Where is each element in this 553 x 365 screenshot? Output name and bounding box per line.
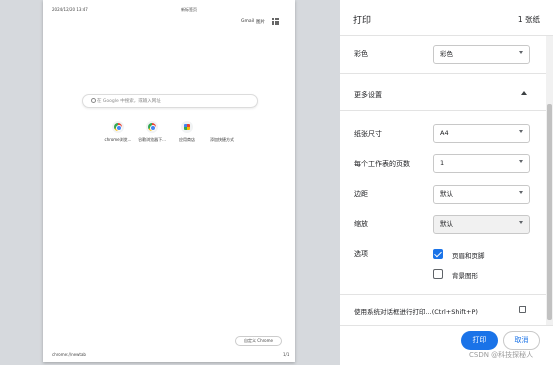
chevron-down-icon (519, 130, 523, 133)
background-graphics-checkbox[interactable] (433, 269, 443, 279)
chevron-down-icon (519, 160, 523, 163)
watermark: CSDN @科技探秘人 (469, 351, 534, 359)
shortcut-label: chrome浏览... (104, 137, 132, 142)
print-button[interactable]: 打印 (461, 331, 498, 350)
pages-per-sheet-label: 每个工作表的页数 (354, 160, 410, 168)
color-select[interactable]: 彩色 (433, 45, 530, 64)
preview-page: 2024/12/20 13:47 新标签页 Gmail 图片 chrome浏览.… (43, 0, 295, 362)
apps-grid-icon (272, 18, 279, 25)
shortcut-tile: 谷歌浏览器下... (137, 121, 167, 143)
shortcut-tile: 添加快捷方式 (207, 121, 237, 143)
divider (340, 294, 546, 295)
page-title: 打印 (353, 16, 372, 26)
chevron-down-icon (519, 221, 523, 224)
preview-footer-page: 1/1 (283, 352, 290, 357)
preview-header-title: 新标签页 (181, 7, 197, 12)
preview-gmail-link: Gmail (241, 19, 255, 24)
preview-footer-url: chrome://newtab (52, 352, 86, 357)
system-dialog-link[interactable]: 使用系统对话框进行打印...(Ctrl+Shift+P) (354, 306, 478, 316)
scrollbar-thumb[interactable] (547, 104, 552, 320)
shortcut-label: 添加快捷方式 (210, 137, 234, 142)
shortcut-tile: 应用商店 (172, 121, 202, 143)
margins-value: 默认 (440, 190, 453, 198)
search-icon (91, 98, 96, 103)
open-in-new-icon[interactable] (519, 306, 526, 313)
paper-size-value: A4 (440, 129, 449, 137)
print-settings-panel: 打印 1 张纸 彩色 彩色 更多设置 纸张尺寸 A4 每个工作表的页数 1 边距… (340, 0, 553, 365)
preview-header-date: 2024/12/20 13:47 (52, 7, 88, 12)
pages-per-sheet-select[interactable]: 1 (433, 154, 530, 173)
preview-search-input (97, 96, 247, 107)
margins-select[interactable]: 默认 (433, 185, 530, 204)
chevron-down-icon (519, 51, 523, 54)
cancel-button[interactable]: 取消 (503, 331, 540, 350)
chevron-down-icon (519, 191, 523, 194)
paper-size-label: 纸张尺寸 (354, 130, 382, 138)
shortcut-label: 应用商店 (179, 137, 195, 142)
margins-label: 边距 (354, 190, 368, 198)
preview-customize-chrome: 自定义 Chrome (235, 336, 282, 346)
more-settings-toggle[interactable]: 更多设置 (354, 90, 382, 100)
chrome-icon (114, 123, 122, 131)
shortcut-label: 谷歌浏览器下... (138, 137, 166, 142)
sheet-count: 1 张纸 (517, 15, 540, 24)
headers-footers-label[interactable]: 页眉和页脚 (452, 250, 485, 260)
scale-label: 缩放 (354, 220, 368, 228)
web-store-icon (184, 124, 190, 130)
background-graphics-label[interactable]: 背景图形 (452, 270, 478, 280)
paper-size-select[interactable]: A4 (433, 124, 530, 143)
chevron-up-icon[interactable] (521, 91, 527, 95)
print-preview-pane: 2024/12/20 13:47 新标签页 Gmail 图片 chrome浏览.… (0, 0, 340, 365)
scale-value: 默认 (440, 220, 453, 228)
preview-images-link: 图片 (256, 20, 265, 25)
divider (340, 110, 546, 111)
pages-per-sheet-value: 1 (440, 159, 445, 167)
divider (340, 73, 546, 74)
chrome-icon (148, 123, 156, 131)
shortcut-tile: chrome浏览... (103, 121, 133, 143)
scale-select[interactable]: 默认 (433, 215, 530, 234)
headers-footers-checkbox[interactable] (433, 249, 443, 259)
panel-header: 打印 1 张纸 (340, 0, 553, 36)
preview-search-box (82, 94, 258, 108)
color-label: 彩色 (354, 50, 368, 58)
color-select-value: 彩色 (440, 50, 453, 58)
options-label: 选项 (354, 250, 368, 258)
